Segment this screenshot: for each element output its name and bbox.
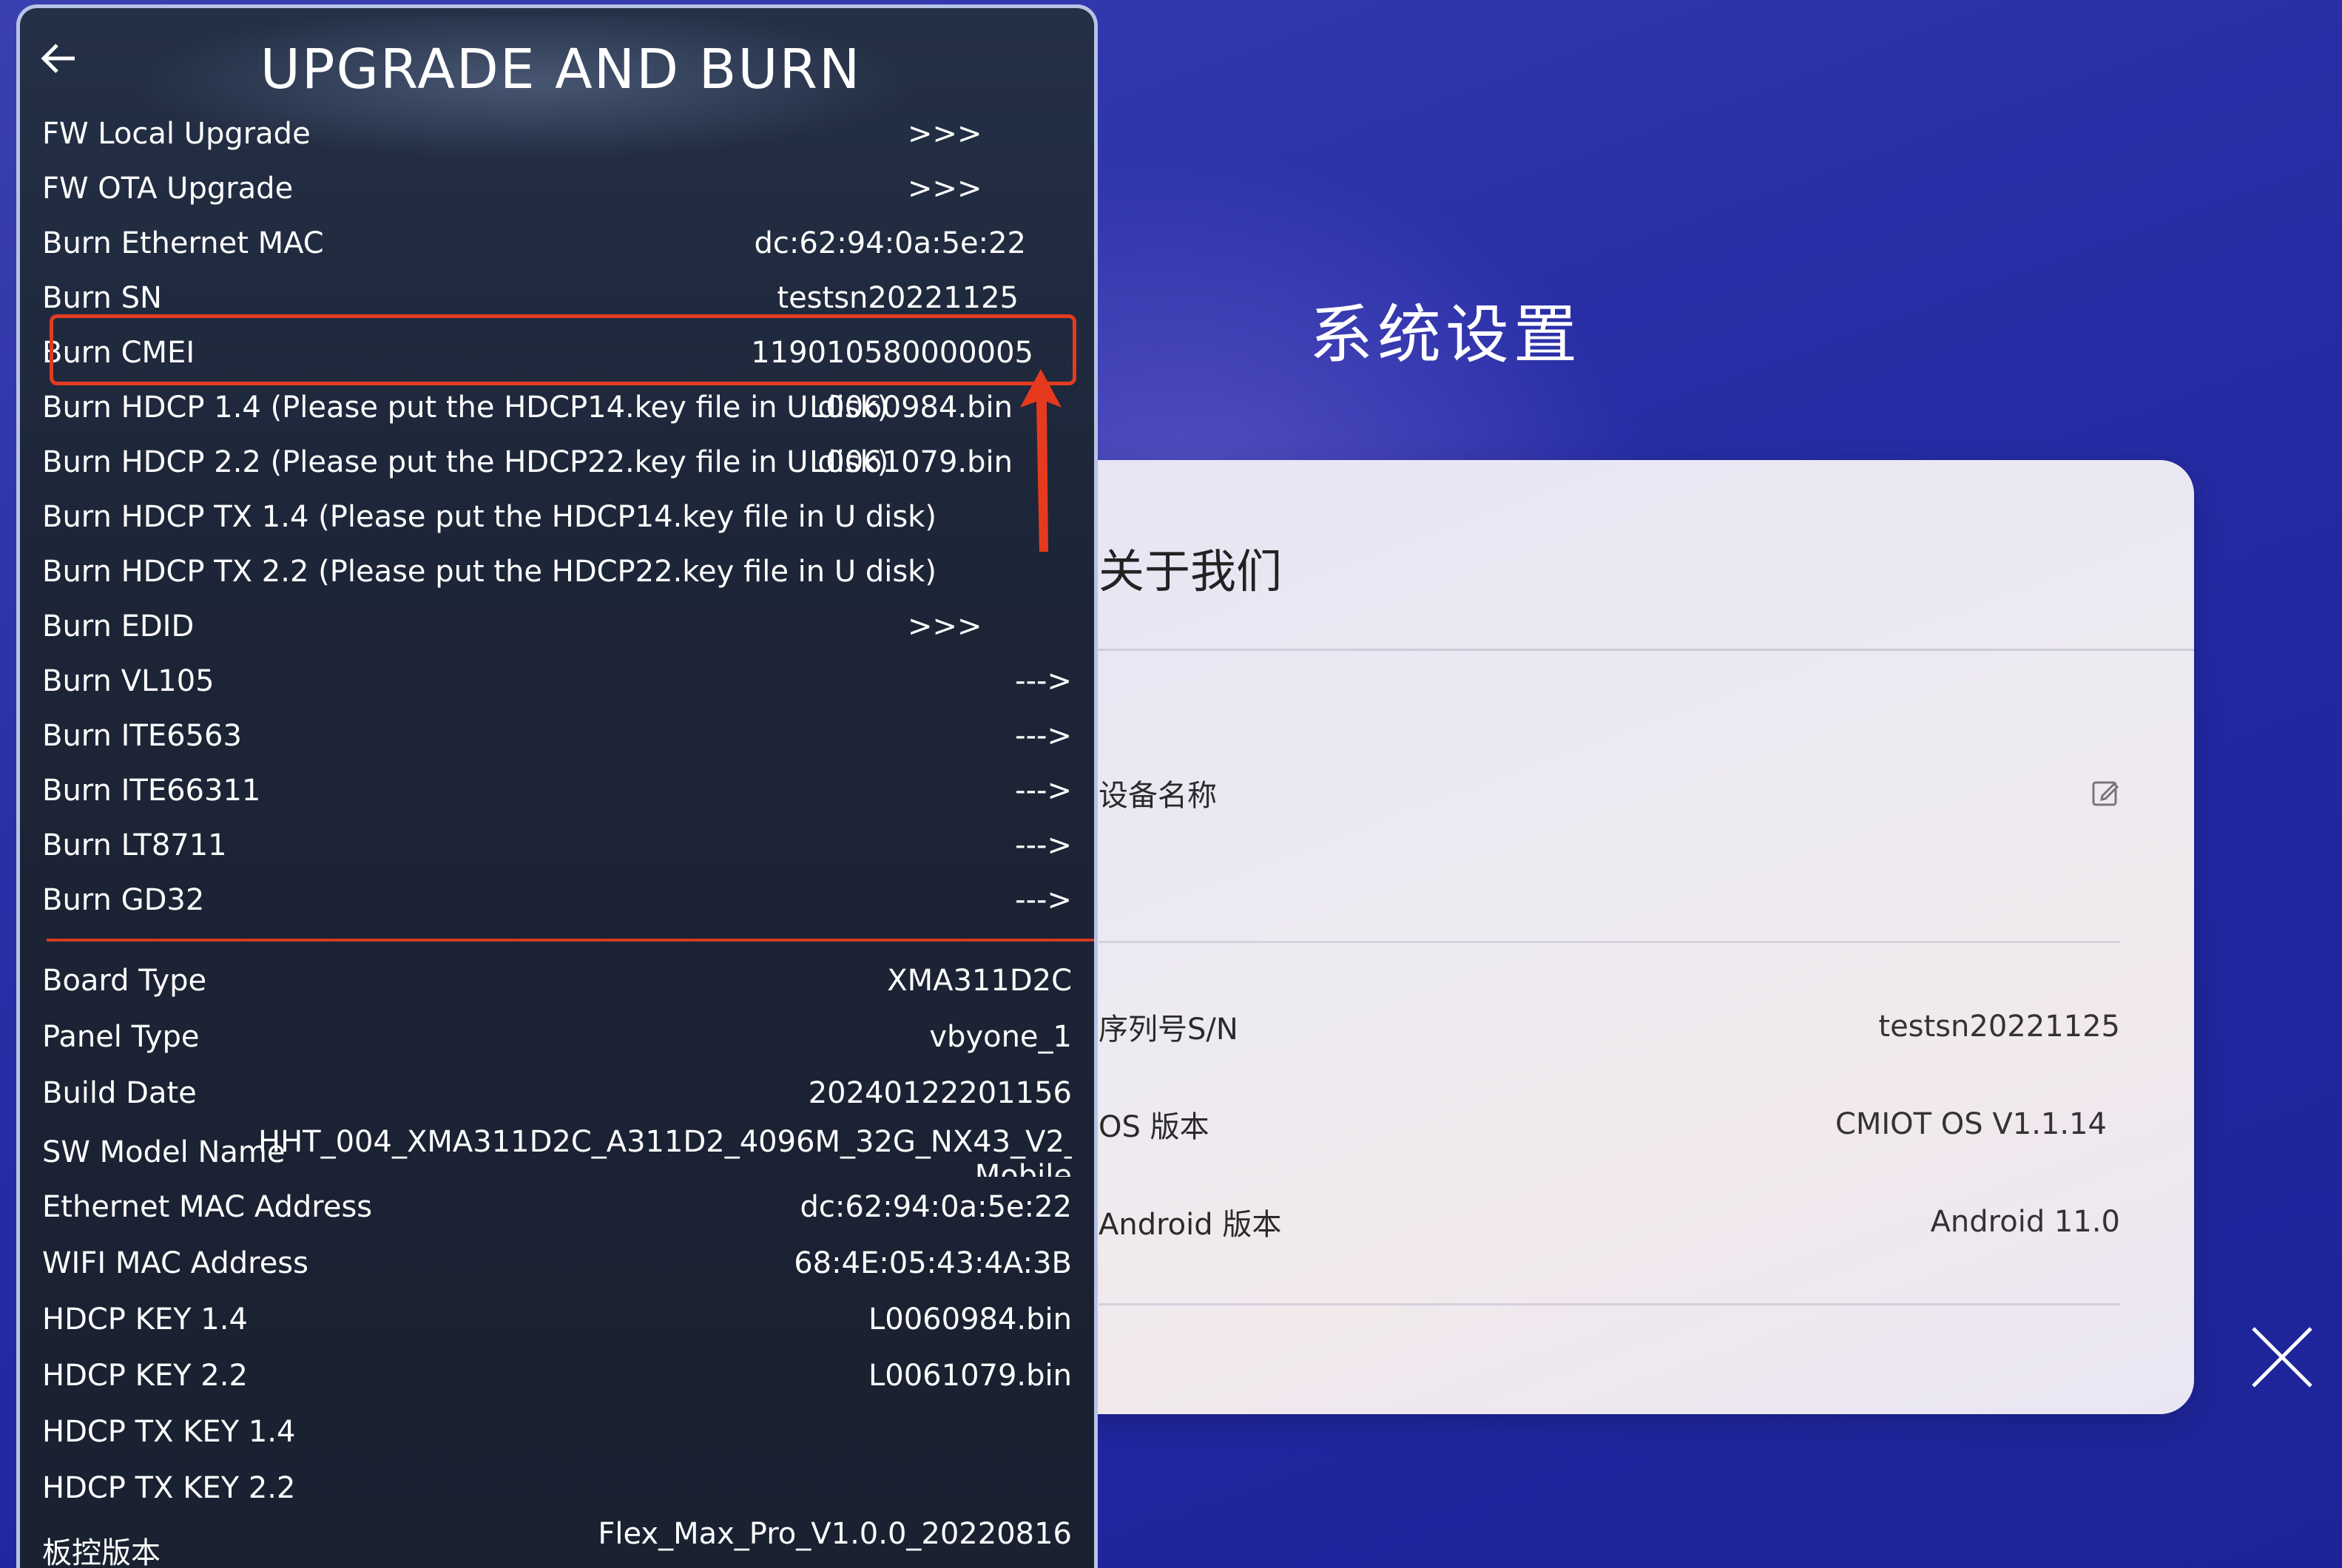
item-label: Burn SN	[42, 281, 162, 315]
info-value: 68:4E:05:43:4A:3B	[794, 1246, 1072, 1280]
android-version-row: Android 版本 Android 11.0	[1099, 1192, 2120, 1251]
board-version-row: 板控版本 Flex_Max_Pro_V1.0.0_20220816	[42, 1517, 1072, 1568]
burn-vl105-item[interactable]: Burn VL105 --->	[42, 655, 1072, 707]
upgrade-burn-panel: UPGRADE AND BURN FW Local Upgrade >>> FW…	[16, 4, 1098, 1568]
android-version-label: Android 版本	[1099, 1208, 1282, 1242]
info-value: 20240122201156	[808, 1076, 1072, 1110]
about-title: 关于我们	[1099, 544, 1283, 598]
item-label: FW Local Upgrade	[42, 117, 311, 151]
item-value: >>>	[908, 117, 982, 151]
info-label: SW Model Name	[42, 1135, 286, 1169]
info-label: HDCP TX KEY 2.2	[42, 1471, 296, 1505]
android-version-value: Android 11.0	[1930, 1205, 2120, 1239]
divider	[1099, 941, 2120, 943]
item-label: Burn ITE6563	[42, 719, 242, 753]
info-value: Flex_Max_Pro_V1.0.0_20220816	[598, 1517, 1072, 1551]
burn-hdcp22-item[interactable]: Burn HDCP 2.2 (Please put the HDCP22.key…	[42, 436, 1072, 488]
hdcp-key14-row: HDCP KEY 1.4 L0060984.bin	[42, 1294, 1072, 1345]
item-value: L0060984.bin	[809, 391, 1013, 425]
ethernet-mac-row: Ethernet MAC Address dc:62:94:0a:5e:22	[42, 1181, 1072, 1233]
info-value: vbyone_1	[929, 1020, 1072, 1054]
info-label: Ethernet MAC Address	[42, 1190, 373, 1224]
item-label: Burn HDCP TX 1.4 (Please put the HDCP14.…	[42, 500, 937, 534]
info-label: Board Type	[42, 964, 207, 998]
board-type-row: Board Type XMA311D2C	[42, 955, 1072, 1007]
item-label: Burn LT8711	[42, 828, 227, 862]
info-label: Panel Type	[42, 1020, 200, 1054]
info-value: HHT_004_XMA311D2C_A311D2_4096M_32G_NX43_…	[258, 1125, 1072, 1177]
item-value: --->	[1015, 883, 1072, 917]
os-version-value: CMIOT OS V1.1.14	[1835, 1107, 2107, 1141]
settings-page-title: 系统设置	[1309, 298, 1582, 372]
item-label: Burn HDCP 1.4 (Please put the HDCP14.key…	[42, 391, 889, 425]
hdcp-key22-row: HDCP KEY 2.2 L0061079.bin	[42, 1350, 1072, 1402]
info-label: Build Date	[42, 1076, 197, 1110]
item-value: --->	[1015, 828, 1072, 862]
burn-edid-item[interactable]: Burn EDID >>>	[42, 601, 1072, 652]
item-value: --->	[1015, 719, 1072, 753]
serial-label: 序列号S/N	[1099, 1013, 1238, 1047]
burn-lt8711-item[interactable]: Burn LT8711 --->	[42, 820, 1072, 871]
item-value: L0061079.bin	[809, 445, 1013, 479]
divider	[1021, 649, 2194, 651]
item-value: testsn20221125	[777, 281, 1019, 315]
red-arrow-icon	[1020, 369, 1062, 552]
item-label: Burn GD32	[42, 883, 205, 917]
burn-ethernet-mac-item[interactable]: Burn Ethernet MAC dc:62:94:0a:5e:22	[42, 217, 1072, 269]
serial-value: testsn20221125	[1878, 1010, 2120, 1044]
item-value: >>>	[908, 609, 982, 643]
info-value: XMA311D2C	[887, 964, 1072, 998]
burn-hdcp-tx14-item[interactable]: Burn HDCP TX 1.4 (Please put the HDCP14.…	[42, 491, 1072, 543]
info-value: dc:62:94:0a:5e:22	[800, 1190, 1072, 1224]
panel-type-row: Panel Type vbyone_1	[42, 1011, 1072, 1063]
section-divider	[47, 939, 1094, 942]
burn-hdcp-tx22-item[interactable]: Burn HDCP TX 2.2 (Please put the HDCP22.…	[42, 546, 1072, 598]
serial-row: 序列号S/N testsn20221125	[1099, 997, 2120, 1056]
os-version-row: OS 版本 CMIOT OS V1.1.14	[1099, 1095, 2120, 1154]
sw-model-name-row: SW Model Name HHT_004_XMA311D2C_A311D2_4…	[42, 1125, 1072, 1177]
os-version-label: OS 版本	[1099, 1110, 1209, 1144]
item-label: FW OTA Upgrade	[42, 172, 294, 206]
info-label: WIFI MAC Address	[42, 1246, 308, 1280]
panel-title: UPGRADE AND BURN	[260, 38, 862, 101]
burn-ite66311-item[interactable]: Burn ITE66311 --->	[42, 765, 1072, 817]
device-name-row[interactable]: 设备名称	[1099, 763, 2120, 822]
device-name-label: 设备名称	[1099, 779, 1217, 813]
burn-hdcp14-item[interactable]: Burn HDCP 1.4 (Please put the HDCP14.key…	[42, 382, 1072, 433]
info-label: HDCP TX KEY 1.4	[42, 1415, 296, 1449]
item-value: --->	[1015, 774, 1072, 808]
item-label: Burn ITE66311	[42, 774, 261, 808]
highlight-box	[50, 314, 1076, 385]
item-value: --->	[1015, 664, 1072, 698]
wifi-mac-row: WIFI MAC Address 68:4E:05:43:4A:3B	[42, 1237, 1072, 1289]
info-label: HDCP KEY 2.2	[42, 1359, 248, 1393]
burn-gd32-item[interactable]: Burn GD32 --->	[42, 874, 1072, 926]
hdcp-tx-key14-row: HDCP TX KEY 1.4	[42, 1406, 1072, 1458]
about-card: 关于我们 设备名称 序列号S/N testsn20221125 OS 版本 CM…	[1021, 460, 2194, 1414]
fw-ota-upgrade-item[interactable]: FW OTA Upgrade >>>	[42, 163, 1072, 214]
divider	[1099, 1303, 2120, 1305]
item-label: Burn EDID	[42, 609, 195, 643]
item-value: dc:62:94:0a:5e:22	[754, 226, 1026, 260]
item-label: Burn HDCP TX 2.2 (Please put the HDCP22.…	[42, 555, 937, 589]
item-value: >>>	[908, 172, 982, 206]
burn-ite6563-item[interactable]: Burn ITE6563 --->	[42, 710, 1072, 762]
close-icon[interactable]	[2249, 1324, 2315, 1390]
item-label: Burn VL105	[42, 664, 215, 698]
edit-icon[interactable]	[2090, 778, 2120, 808]
item-label: Burn HDCP 2.2 (Please put the HDCP22.key…	[42, 445, 889, 479]
hdcp-tx-key22-row: HDCP TX KEY 2.2	[42, 1462, 1072, 1514]
fw-local-upgrade-item[interactable]: FW Local Upgrade >>>	[42, 108, 1072, 160]
build-date-row: Build Date 20240122201156	[42, 1067, 1072, 1119]
info-label: 板控版本	[42, 1536, 161, 1568]
info-value: L0061079.bin	[868, 1359, 1072, 1393]
info-value: L0060984.bin	[868, 1302, 1072, 1336]
item-label: Burn Ethernet MAC	[42, 226, 324, 260]
info-label: HDCP KEY 1.4	[42, 1302, 248, 1336]
